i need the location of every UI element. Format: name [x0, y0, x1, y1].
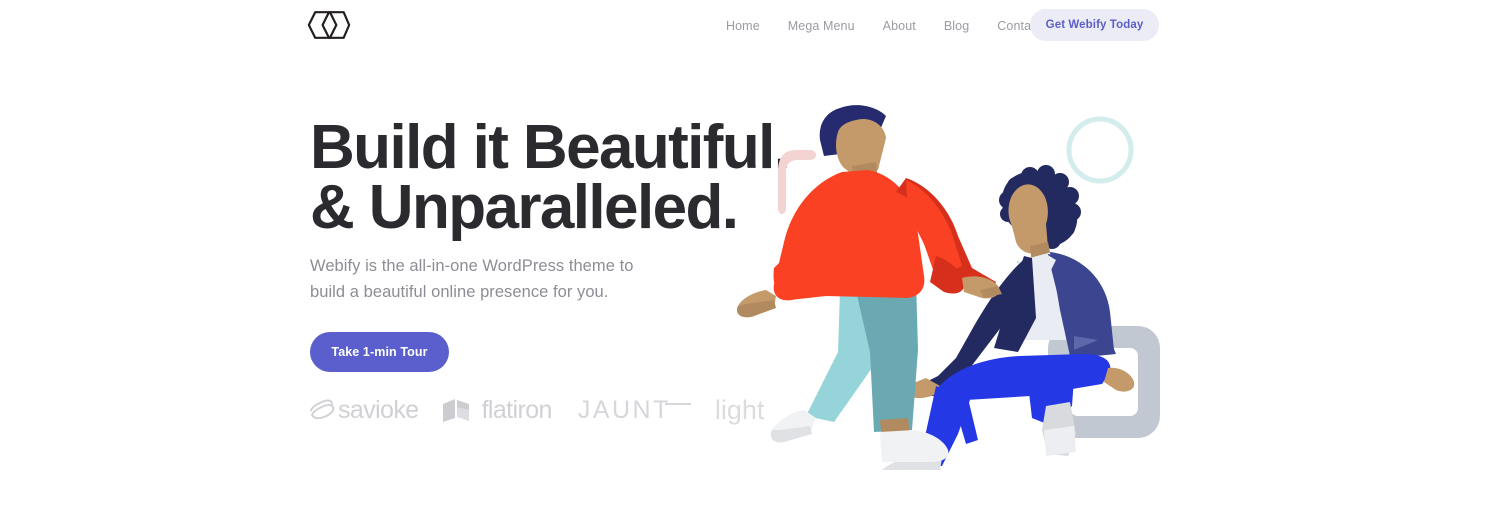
hero-section: Build it Beautiful. & Unparalleled. Webi… [310, 117, 791, 372]
seated-hanging-shoe-sole [1044, 426, 1076, 456]
client-logo-jaunt[interactable]: JAUNT [577, 395, 693, 424]
primary-navigation: Home Mega Menu About Blog Contact [712, 0, 1055, 52]
site-header: Webify Home Mega Menu About Blog Contact… [0, 0, 1500, 52]
hero-title-line-2: & Unparalleled. [310, 173, 739, 243]
flatiron-mark-icon [442, 399, 469, 422]
hero-subtitle-line-2: a beautiful online presence for you. [349, 282, 609, 301]
client-logo-strip: savioke flatiron JAUNT light [308, 388, 764, 432]
get-webify-today-button[interactable]: Get Webify Today [1030, 9, 1159, 41]
nav-blog[interactable]: Blog [930, 0, 983, 52]
seated-face [1008, 184, 1048, 254]
nav-mega-menu[interactable]: Mega Menu [774, 0, 869, 52]
landing-page: Webify Home Mega Menu About Blog Contact… [0, 0, 1500, 523]
savioke-wordmark: savioke [338, 395, 419, 424]
two-people-illustration [730, 100, 1190, 470]
nav-home[interactable]: Home [712, 0, 774, 52]
flatiron-wordmark: flatiron [481, 395, 553, 424]
hero-title-line-1: Build it Beautiful. [310, 113, 791, 182]
page-title: Build it Beautiful. & Unparalleled. [310, 117, 791, 243]
client-logo-savioke[interactable]: savioke [308, 397, 419, 423]
savioke-swirl-icon [310, 399, 335, 420]
webify-hexagon-logo-svg [307, 11, 351, 39]
decor-circle-teal [1066, 116, 1134, 184]
take-tour-button[interactable]: Take 1-min Tour [310, 331, 449, 372]
jaunt-wordmark: JAUNT [577, 395, 671, 424]
hero-subtitle: Webify is the all-in-one WordPress theme… [310, 254, 655, 305]
nav-about[interactable]: About [869, 0, 930, 52]
webify-hexagon-logo[interactable]: Webify [307, 9, 351, 41]
brand-name: Webify [351, 9, 352, 10]
jaunt-bar-icon [664, 403, 691, 405]
client-logo-flatiron[interactable]: flatiron [441, 396, 552, 424]
two-people-illustration-svg [736, 105, 1160, 470]
